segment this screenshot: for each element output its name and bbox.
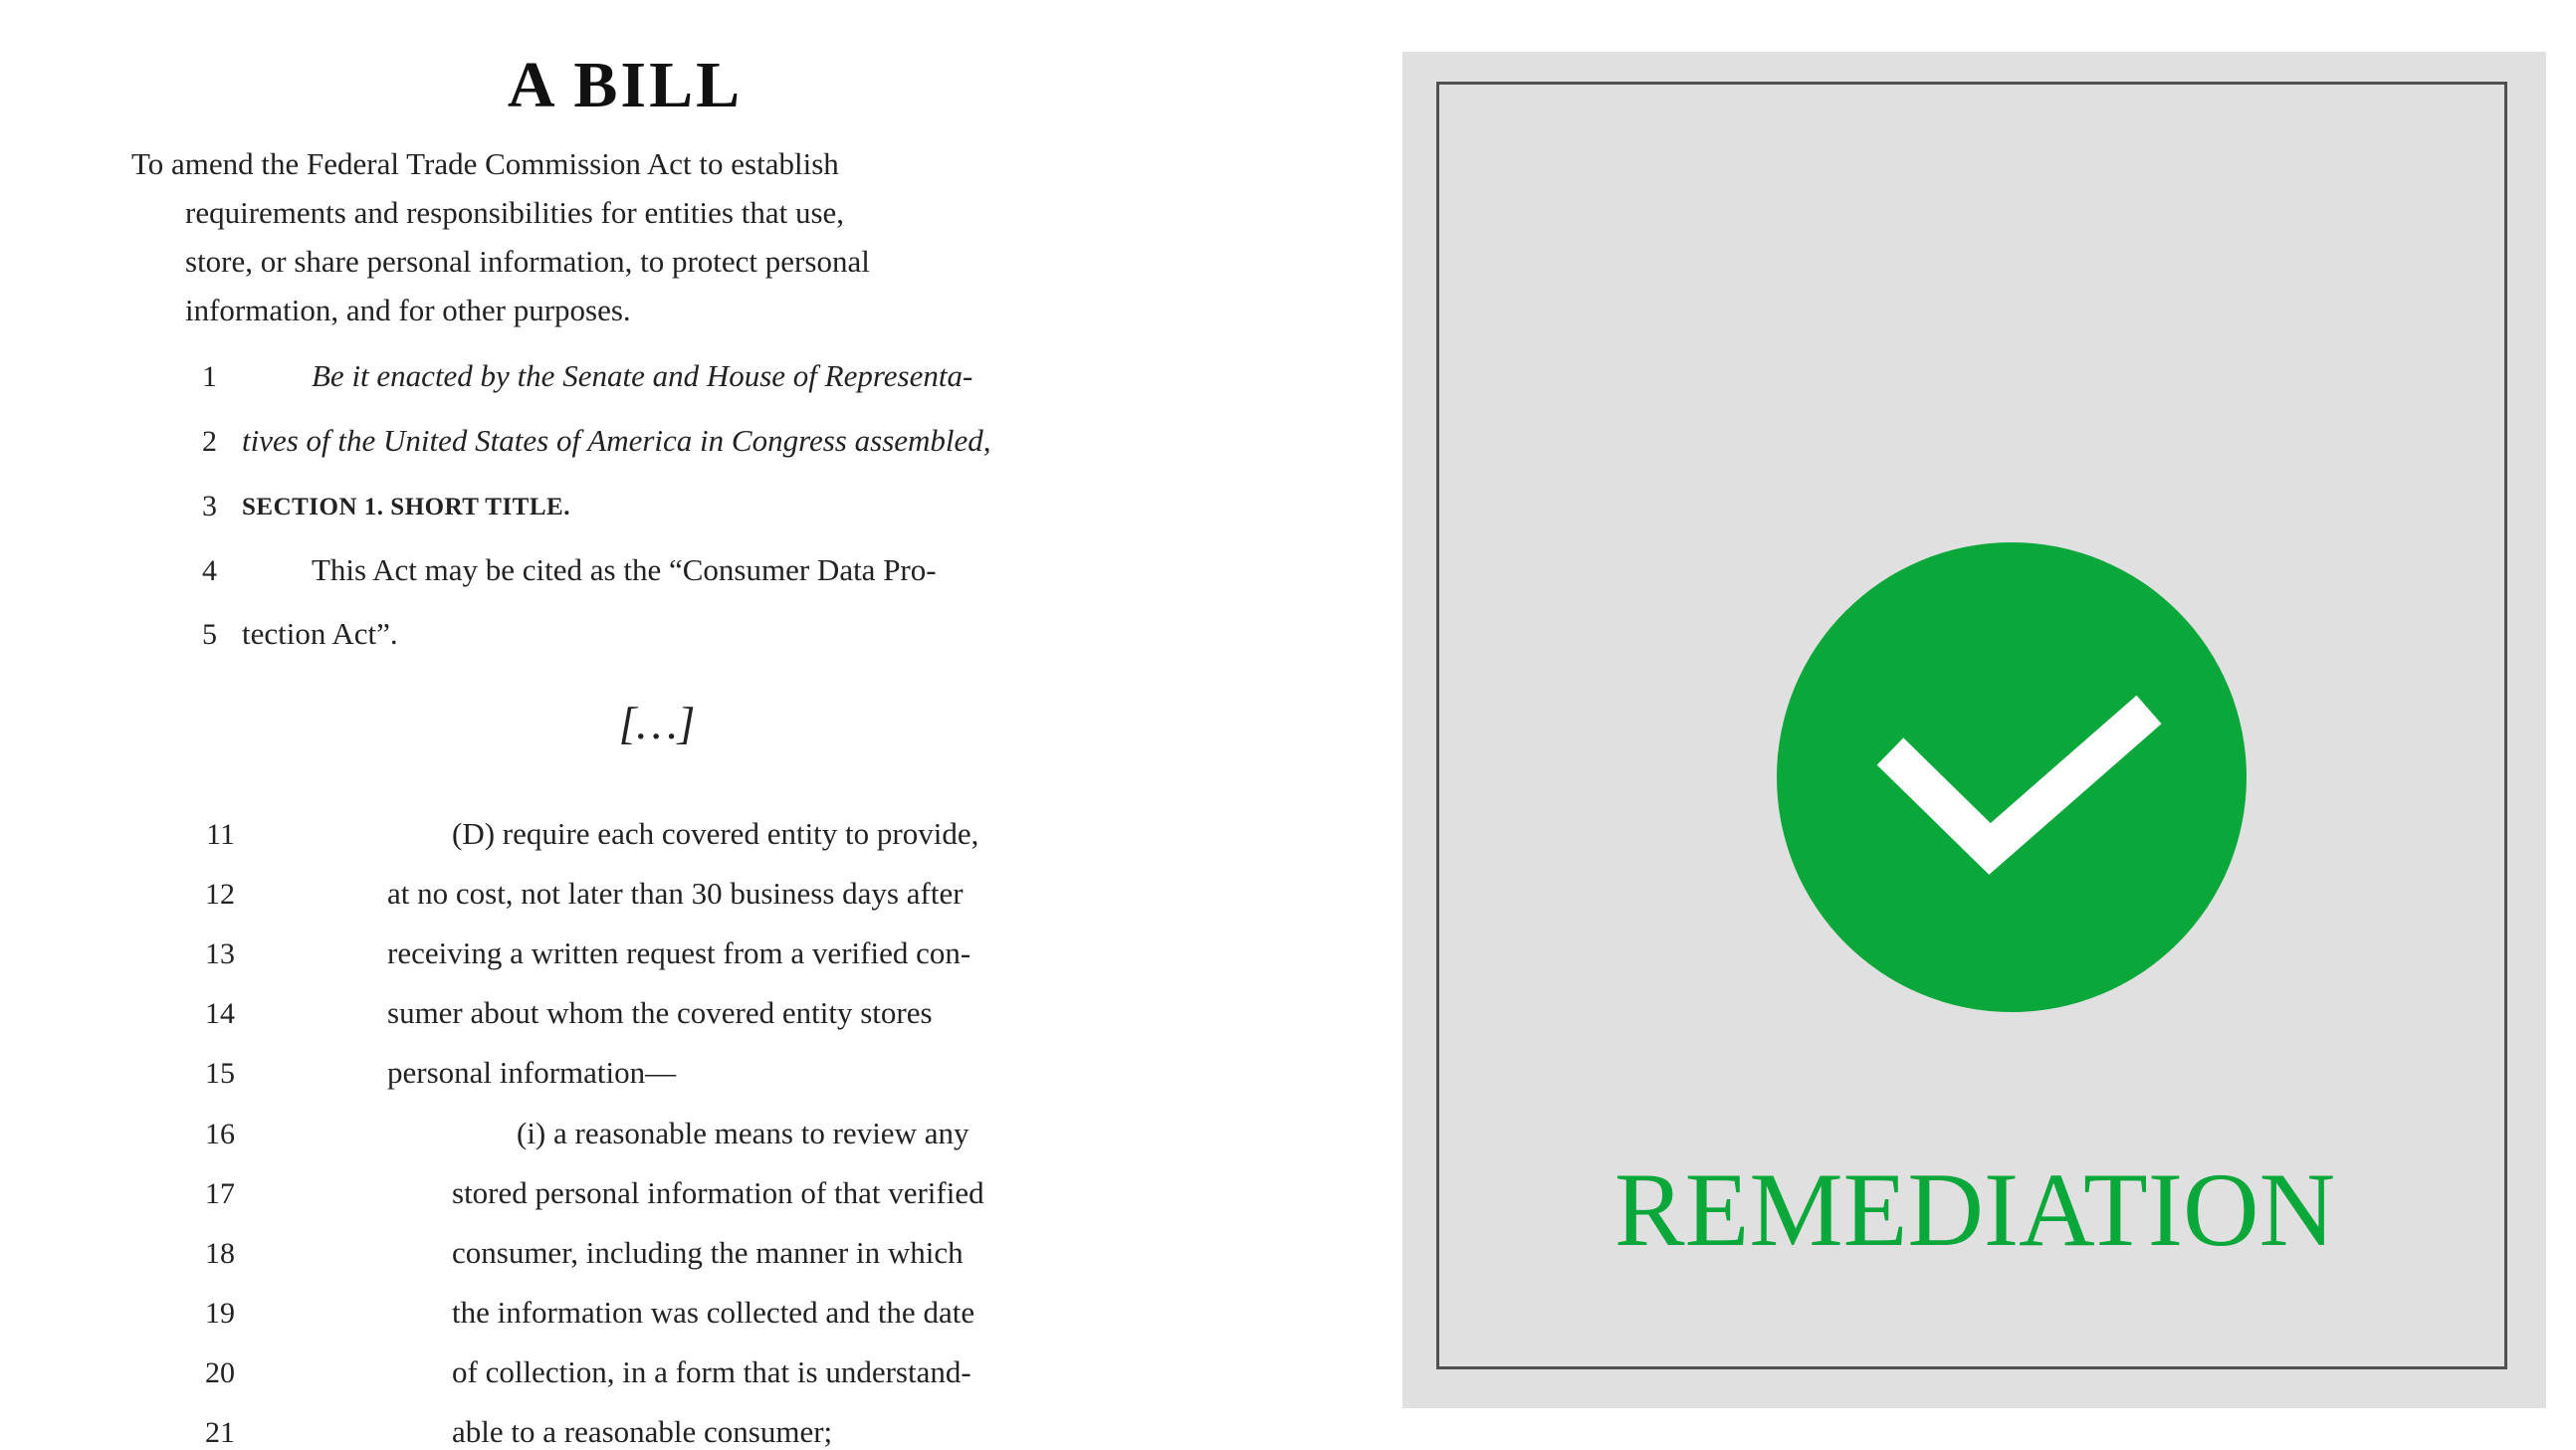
short-title-line-2: tection Act”.	[242, 616, 398, 651]
provision-line: sumer about whom the covered entity stor…	[387, 995, 933, 1030]
panel-frame: REMEDIATION	[1436, 82, 2507, 1369]
remediation-label: REMEDIATION	[1613, 1151, 2336, 1268]
provision-line: (i) a reasonable means to review any	[517, 1116, 969, 1150]
enacting-clause-line-2: tives of the United States of America in…	[242, 423, 991, 458]
purpose-line-3: store, or share personal information, to…	[185, 244, 870, 279]
line-number: 1	[202, 360, 217, 393]
line-number: 20	[205, 1356, 235, 1389]
provision-line: stored personal information of that veri…	[452, 1175, 984, 1210]
provision-line: personal information—	[387, 1055, 677, 1090]
purpose-line-1: To amend the Federal Trade Commission Ac…	[131, 146, 839, 181]
line-number: 12	[205, 878, 235, 911]
bill-document: A BILL To amend the Federal Trade Commis…	[0, 0, 1374, 1449]
line-number: 14	[205, 997, 235, 1030]
line-number: 5	[202, 618, 217, 651]
section-heading: SECTION 1. SHORT TITLE.	[242, 494, 570, 520]
line-number: 18	[205, 1237, 235, 1270]
provision-line: the information was collected and the da…	[452, 1295, 975, 1330]
short-title-line-1: This Act may be cited as the “Consumer D…	[312, 552, 937, 587]
line-number: 2	[202, 425, 217, 458]
provision-line: (D) require each covered entity to provi…	[452, 816, 979, 851]
line-number: 21	[205, 1416, 235, 1449]
line-number: 13	[205, 937, 235, 970]
line-number: 19	[205, 1297, 235, 1330]
enacting-clause-line-1: Be it enacted by the Senate and House of…	[312, 358, 973, 393]
line-number: 16	[205, 1118, 235, 1150]
purpose-line-2: requirements and responsibilities for en…	[185, 195, 845, 230]
provision-line: able to a reasonable consumer;	[452, 1414, 833, 1449]
provision-line: consumer, including the manner in which	[452, 1235, 964, 1270]
bill-purpose: To amend the Federal Trade Commission Ac…	[131, 139, 1061, 334]
line-number: 17	[205, 1177, 235, 1210]
line-number: 11	[206, 818, 235, 851]
bill-title: A BILL	[507, 49, 744, 121]
remediation-panel: REMEDIATION	[1402, 52, 2546, 1408]
omission-marker: […]	[618, 698, 696, 748]
line-number: 3	[202, 490, 217, 522]
line-number: 4	[202, 554, 217, 587]
line-number: 15	[205, 1057, 235, 1090]
provision-line: at no cost, not later than 30 business d…	[387, 876, 964, 911]
provision-line: receiving a written request from a verif…	[387, 935, 971, 970]
check-circle-icon	[1777, 542, 2247, 1012]
provision-line: of collection, in a form that is underst…	[452, 1354, 971, 1389]
purpose-line-4: information, and for other purposes.	[185, 293, 631, 327]
